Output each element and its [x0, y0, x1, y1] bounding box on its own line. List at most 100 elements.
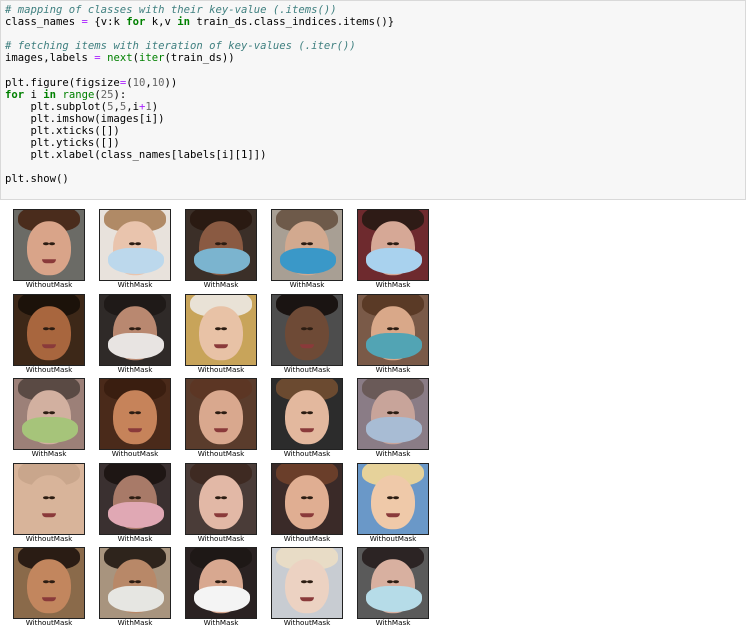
face-image	[271, 463, 343, 535]
face-image	[99, 209, 171, 281]
code-editor[interactable]: # mapping of classes with their key-valu…	[5, 4, 394, 185]
eye	[221, 579, 228, 583]
eye	[135, 241, 142, 245]
eye	[42, 495, 49, 499]
face	[27, 221, 71, 276]
subplot: WithMask	[99, 547, 171, 627]
mouth	[42, 344, 56, 349]
code-token: images,labels	[5, 52, 95, 65]
eye	[386, 410, 393, 414]
eye	[128, 410, 135, 414]
face-image	[13, 209, 85, 281]
eye	[300, 495, 307, 499]
code-token: 10	[132, 76, 146, 89]
face-mask	[280, 248, 336, 274]
xlabel: WithMask	[375, 280, 411, 289]
subplot: WithMask	[357, 378, 429, 458]
code-line: plt.xticks([])	[5, 125, 394, 137]
subplot: WithMask	[357, 547, 429, 627]
face	[285, 306, 329, 361]
code-token: # mapping of classes with their key-valu…	[5, 4, 337, 16]
face-mask	[366, 248, 422, 274]
code-token: )	[151, 100, 159, 113]
eye	[221, 241, 228, 245]
code-line: plt.imshow(images[i])	[5, 113, 394, 125]
eye	[135, 579, 142, 583]
face-mask	[194, 248, 250, 274]
face-image	[271, 378, 343, 450]
face-image	[185, 547, 257, 619]
xlabel: WithMask	[375, 365, 411, 374]
subplot: WithoutMask	[271, 378, 343, 458]
code-line: # fetching items with iteration of key-v…	[5, 40, 394, 52]
face	[27, 559, 71, 614]
code-token: for	[126, 16, 146, 29]
eye	[307, 326, 314, 330]
code-token: iter	[138, 52, 165, 65]
mouth	[214, 513, 228, 518]
subplot: WithMask	[99, 463, 171, 543]
face	[199, 475, 243, 530]
face-image	[99, 547, 171, 619]
subplot: WithMask	[271, 209, 343, 289]
code-token: in	[43, 88, 57, 101]
face	[371, 475, 415, 530]
code-token: plt.xlabel(class_names[labels[i][1]])	[5, 149, 267, 162]
code-token: range	[62, 88, 95, 101]
eye	[135, 495, 142, 499]
face-mask	[366, 333, 422, 359]
face-image	[271, 209, 343, 281]
eye	[42, 241, 49, 245]
code-token: train_ds.class_indices.items()}	[190, 16, 395, 29]
code-token: ,i	[126, 100, 139, 113]
eye	[393, 241, 400, 245]
eye	[49, 241, 56, 245]
eye	[393, 579, 400, 583]
face-image	[185, 294, 257, 366]
face-image	[357, 547, 429, 619]
mouth	[300, 597, 314, 602]
code-line: images,labels = next(iter(train_ds))	[5, 52, 394, 64]
eye	[386, 326, 393, 330]
subplot: WithoutMask	[185, 294, 257, 374]
face-image	[185, 378, 257, 450]
eye	[300, 579, 307, 583]
eye	[42, 579, 49, 583]
face	[285, 390, 329, 445]
code-line: plt.yticks([])	[5, 137, 394, 149]
cell-output: WithoutMask WithMask WithMask WithMask WithM…	[0, 200, 748, 631]
mouth	[42, 597, 56, 602]
mouth	[214, 428, 228, 433]
code-token: plt.figure(figsize	[5, 76, 120, 89]
code-token: 10	[151, 76, 165, 89]
eye	[300, 410, 307, 414]
subplot: WithMask	[185, 547, 257, 627]
face-mask	[22, 417, 78, 443]
eye	[135, 326, 142, 330]
face	[285, 559, 329, 614]
eye	[214, 326, 221, 330]
eye	[214, 495, 221, 499]
code-token: plt.xticks([])	[5, 124, 120, 137]
code-token: for	[5, 88, 25, 101]
code-token: class_names	[5, 16, 82, 29]
code-line: for i in range(25):	[5, 89, 394, 101]
eye	[49, 410, 56, 414]
face-image	[357, 294, 429, 366]
subplot: WithoutMask	[185, 463, 257, 543]
face-mask	[194, 586, 250, 612]
subplot: WithMask	[99, 294, 171, 374]
eye	[42, 326, 49, 330]
eye	[386, 579, 393, 583]
code-token: plt.yticks([])	[5, 137, 120, 150]
xlabel: WithMask	[375, 618, 411, 627]
mouth	[300, 344, 314, 349]
eye	[300, 326, 307, 330]
eye	[128, 326, 135, 330]
xlabel: WithoutMask	[369, 534, 417, 543]
code-cell[interactable]: # mapping of classes with their key-valu…	[0, 0, 746, 200]
image-grid: WithoutMask WithMask WithMask WithMask WithM…	[0, 200, 440, 631]
eye	[307, 495, 314, 499]
subplot: WithoutMask	[185, 378, 257, 458]
